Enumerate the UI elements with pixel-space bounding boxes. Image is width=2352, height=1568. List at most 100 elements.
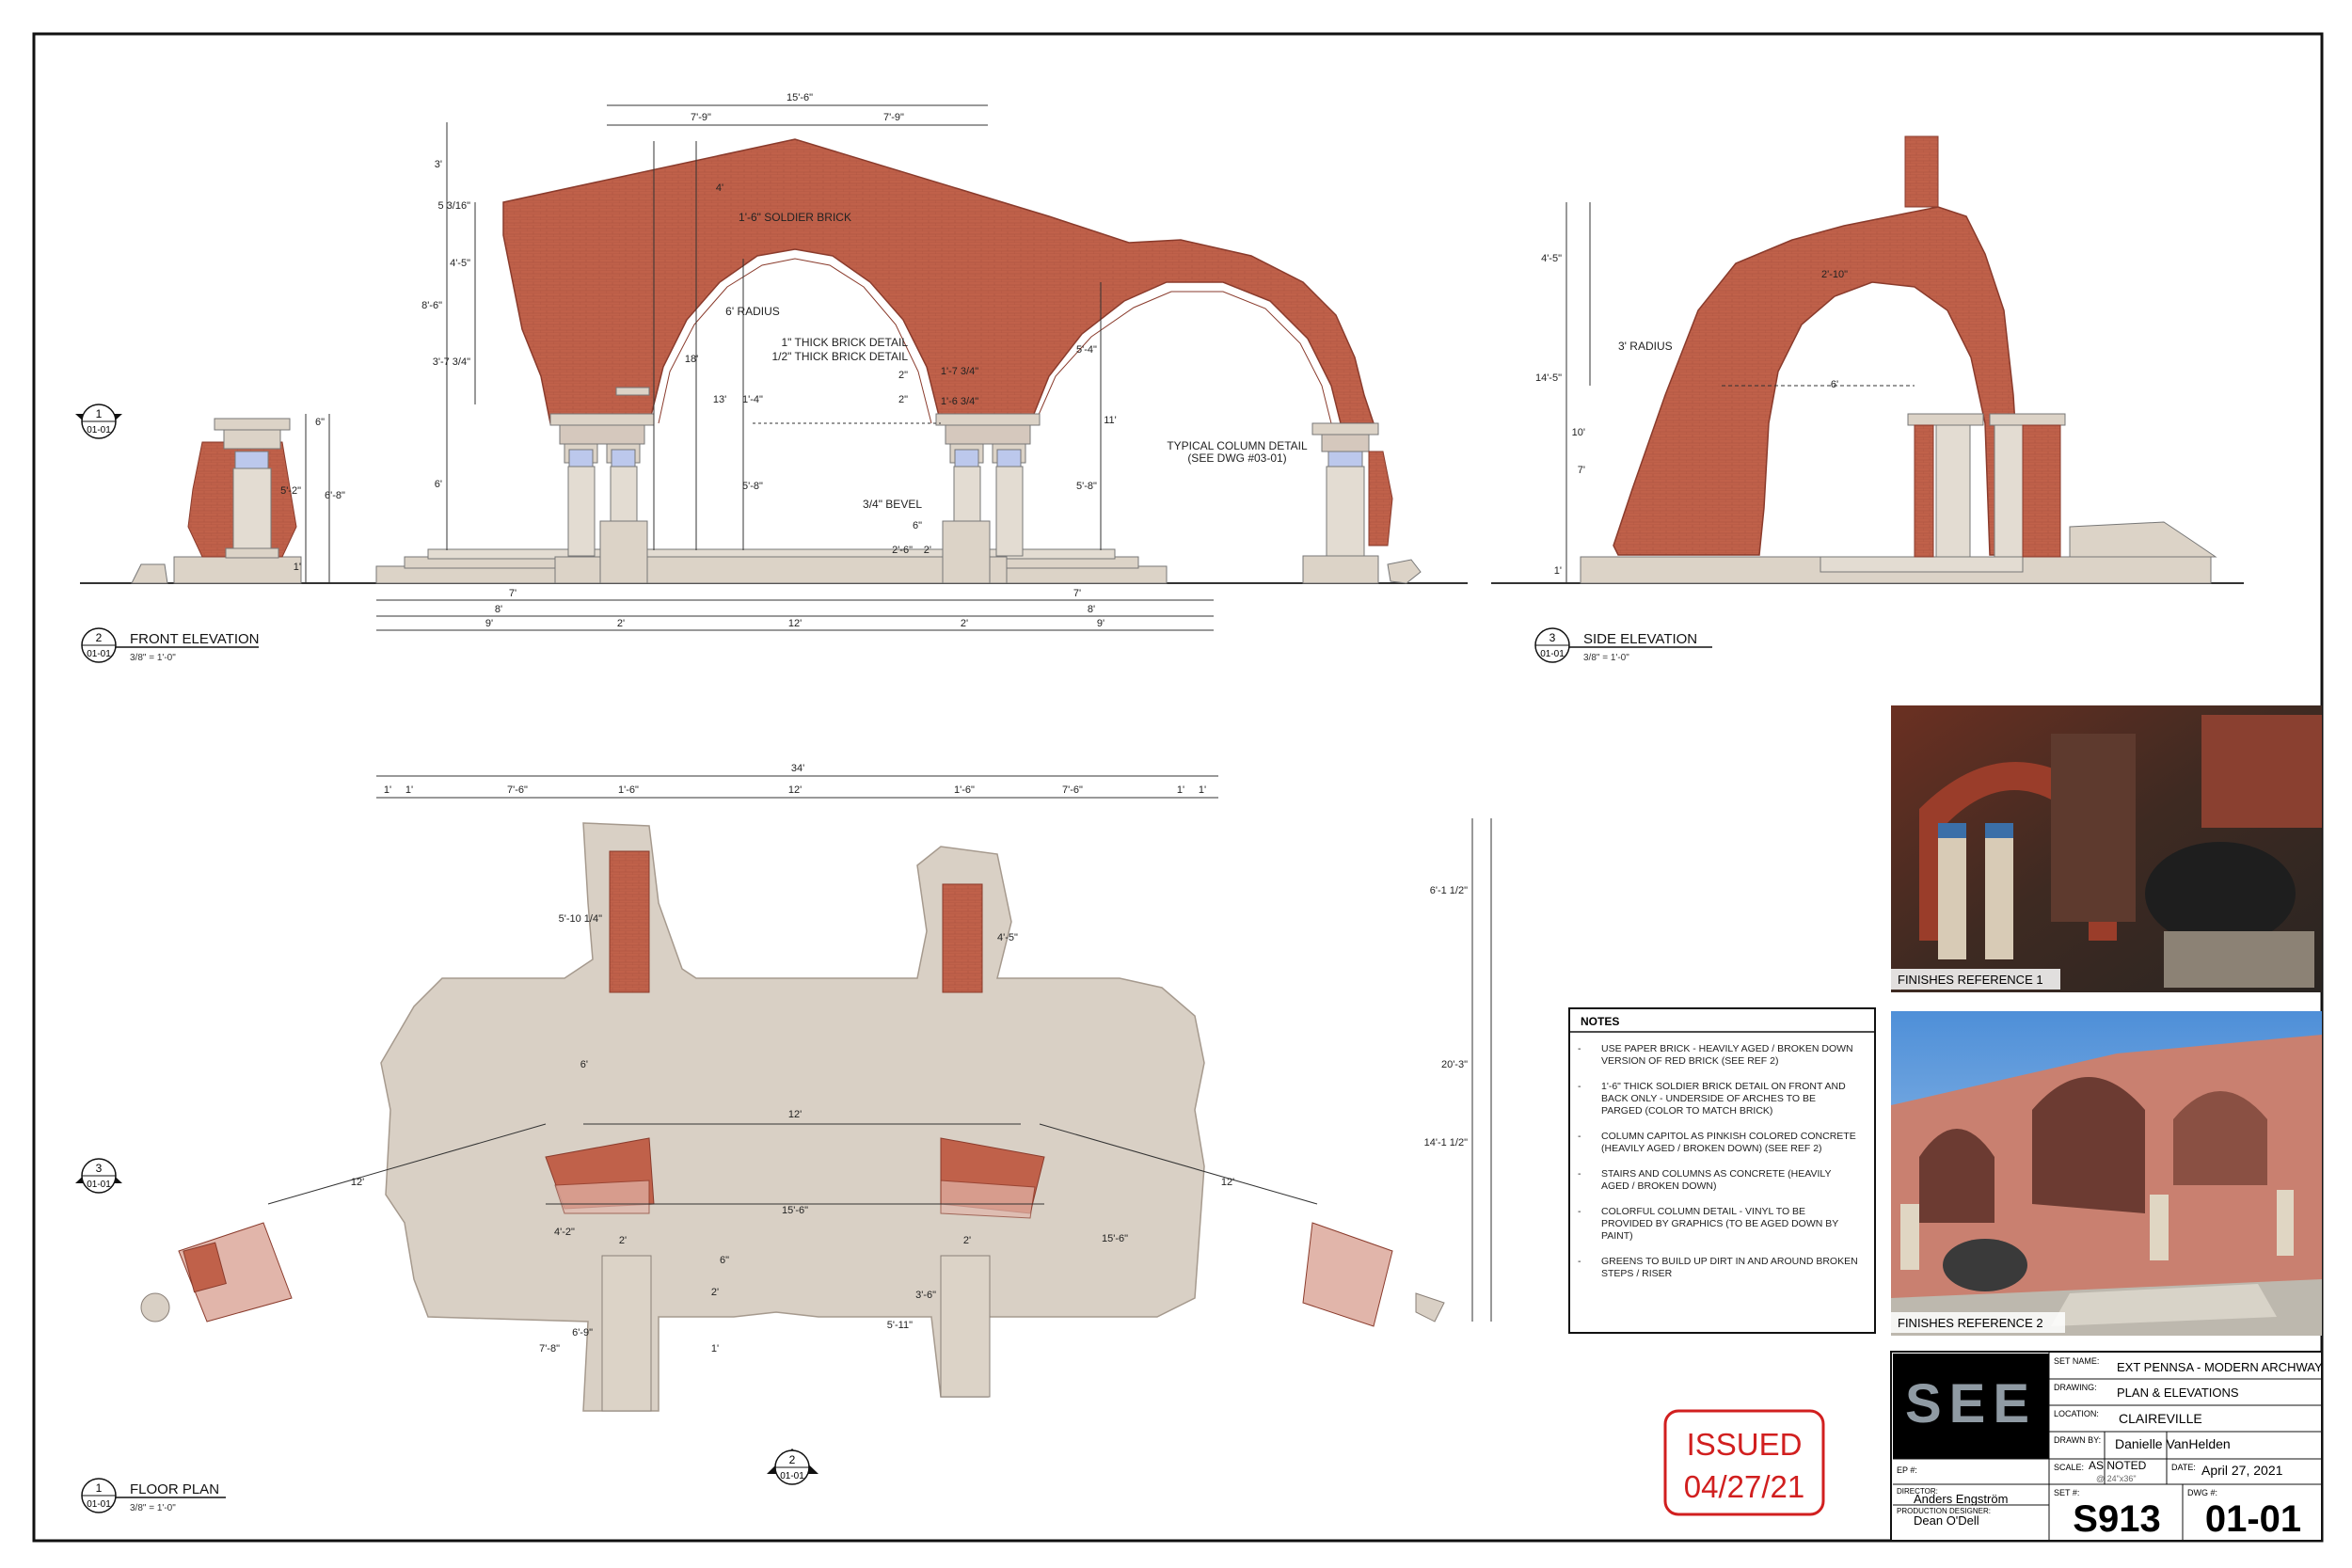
dim-front-1-6: 1'-6 3/4" — [941, 396, 978, 407]
note-bullet: - — [1578, 1043, 1581, 1054]
label-1in-brick: 1" THICK BRICK DETAIL — [781, 336, 908, 349]
svg-text:3: 3 — [1549, 631, 1556, 644]
set-name-value: EXT PENNSA - MODERN ARCHWAY — [2117, 1360, 2323, 1374]
svg-text:04/27/21: 04/27/21 — [1684, 1469, 1804, 1504]
floor-plan-title: FLOOR PLAN — [130, 1481, 219, 1497]
dim-plan-20-3: 20'-3" — [1441, 1059, 1468, 1070]
issued-stamp: ISSUED 04/27/21 — [1663, 1409, 1825, 1516]
dim-front-5-8b: 5'-8" — [1076, 481, 1097, 492]
dim-plan-2b: 2' — [963, 1235, 971, 1246]
svg-text:DATE:: DATE: — [2171, 1463, 2196, 1472]
svg-text:DRAWN BY:: DRAWN BY: — [2054, 1435, 2101, 1445]
section-marker-front-left: 1 01-01 — [75, 404, 122, 439]
dim-front-half-right: 7'-9" — [883, 112, 904, 123]
svg-text:2: 2 — [789, 1453, 796, 1466]
side-elevation: 4'-5" 2'-10" 3' RADIUS 14'-5" 6' 10' 7' … — [1535, 135, 2217, 584]
dim-plan-6in: 6" — [720, 1255, 729, 1266]
svg-text:EP #:: EP #: — [1897, 1465, 1917, 1475]
label-6-radius: 6' RADIUS — [725, 305, 780, 318]
label-typical-column: TYPICAL COLUMN DETAIL — [1167, 439, 1308, 452]
dim-front-top: 3' — [435, 159, 442, 170]
title-block: SEE SET NAME: EXT PENNSA - MODERN ARCHWA… — [1890, 1351, 2323, 1542]
dim-front-1-4: 1'-4" — [742, 394, 763, 405]
dim-front-2-6: 2'-6" — [892, 545, 913, 556]
dim-front-18: 18' — [685, 354, 698, 365]
dim-plan-15-6r: 15'-6" — [1102, 1233, 1128, 1244]
svg-text:01-01: 01-01 — [1540, 649, 1565, 659]
label-soldier-brick: 1'-6" SOLDIER BRICK — [739, 211, 851, 224]
svg-text:01-01: 01-01 — [87, 649, 111, 659]
note-item-line: 1'-6" THICK SOLDIER BRICK DETAIL ON FRON… — [1601, 1081, 1846, 1092]
svg-text:1': 1' — [1177, 784, 1184, 796]
dim-plan-6-1: 6'-1 1/2" — [1430, 885, 1468, 896]
dim-front-3-7: 3'-7 3/4" — [433, 356, 470, 368]
reference-photo-2: FINISHES REFERENCE 2 — [1891, 1011, 2322, 1336]
dim-plan-4-2: 4'-2" — [554, 1227, 575, 1238]
svg-text:1': 1' — [1199, 784, 1206, 796]
dim-side-14-5: 14'-5" — [1535, 372, 1562, 384]
label-bevel: 3/4" BEVEL — [863, 498, 922, 511]
production-designer-value: Dean O'Dell — [1914, 1513, 1979, 1528]
dim-plan-12-right: 12' — [1221, 1177, 1234, 1188]
side-elevation-title: SIDE ELEVATION — [1583, 631, 1697, 647]
note-bullet: - — [1578, 1206, 1581, 1217]
dim-b-12: 12' — [788, 618, 802, 629]
dim-plan-12-left: 12' — [351, 1177, 364, 1188]
dim-b-2l: 2' — [617, 618, 625, 629]
dim-plan-5-10: 5'-10 1/4" — [559, 913, 602, 925]
notes-heading: NOTES — [1581, 1015, 1619, 1028]
svg-text:7'-6": 7'-6" — [507, 784, 528, 796]
reference-1-label: FINISHES REFERENCE 1 — [1898, 973, 2043, 987]
set-number-value: S913 — [2073, 1498, 2160, 1540]
dim-plan-12-top: 12' — [788, 1109, 802, 1120]
dim-front-half-left: 7'-9" — [691, 112, 711, 123]
dim-plan-5-11: 5'-11" — [887, 1320, 913, 1331]
dim-side-4-5: 4'-5" — [1541, 253, 1562, 264]
view-title-front: 2 01-01 FRONT ELEVATION 3/8" = 1'-0" — [81, 627, 260, 663]
dim-front-13: 13' — [713, 394, 726, 405]
dim-post-6: 6" — [315, 417, 325, 428]
note-item-line: PARGED (COLOR TO MATCH BRICK) — [1601, 1105, 1772, 1117]
dim-b-8r: 8' — [1088, 604, 1095, 615]
dim-plan-7-8: 7'-8" — [539, 1343, 560, 1354]
note-bullet: - — [1578, 1081, 1581, 1092]
drawing-sheet: 15'-6" 7'-9" 7'-9" 3' 5 3/16" 4'-5" 8'-6… — [32, 32, 2324, 1543]
note-bullet: - — [1578, 1256, 1581, 1267]
dim-side-1: 1' — [1554, 565, 1562, 577]
front-elevation-scale: 3/8" = 1'-0" — [130, 653, 176, 663]
svg-text:1'-6": 1'-6" — [954, 784, 975, 796]
dim-front-5-4: 5'-4" — [1076, 344, 1097, 356]
drawing-number-value: 01-01 — [2205, 1498, 2301, 1540]
dim-front-5-8a: 5'-8" — [742, 481, 763, 492]
svg-text:7'-6": 7'-6" — [1062, 784, 1083, 796]
dim-plan-15-6: 15'-6" — [782, 1205, 808, 1216]
label-side-radius: 3' RADIUS — [1618, 340, 1673, 353]
floor-plan-scale: 3/8" = 1'-0" — [130, 1503, 176, 1513]
dim-post-5-2: 5'-2" — [280, 485, 301, 497]
svg-text:SET #:: SET #: — [2054, 1488, 2079, 1497]
dim-b-9r: 9' — [1097, 618, 1104, 629]
see-logo: SEE — [1905, 1373, 2037, 1434]
dim-front-6in: 6" — [913, 520, 922, 531]
svg-text:DRAWING:: DRAWING: — [2054, 1383, 2097, 1392]
note-item-line: COLORFUL COLUMN DETAIL - VINYL TO BE — [1601, 1206, 1805, 1217]
location-value: CLAIREVILLE — [2119, 1411, 2202, 1426]
drawn-by-value: Danielle VanHelden — [2115, 1436, 2231, 1451]
director-value: Anders Engström — [1914, 1492, 2008, 1506]
drawing-value: PLAN & ELEVATIONS — [2117, 1386, 2239, 1400]
dim-b-7r: 7' — [1073, 588, 1081, 599]
dim-side-2-10: 2'-10" — [1821, 269, 1848, 280]
svg-text:1': 1' — [405, 784, 413, 796]
dim-b-7l: 7' — [509, 588, 516, 599]
note-item-line: PAINT) — [1601, 1230, 1633, 1242]
plan-top-dims: 1' 1' 7'-6" 1'-6" 12' 1'-6" 7'-6" 1' 1' — [384, 784, 1206, 796]
dim-plan-6-9: 6'-9" — [572, 1327, 593, 1338]
svg-text:3: 3 — [96, 1162, 103, 1175]
dim-front-4-5: 4'-5" — [450, 258, 470, 269]
floor-plan: 34' 1' 1' 7'-6" 1'-6" 12' 1'-6" 7'-6" 1'… — [140, 763, 1492, 1412]
view-title-plan: 1 01-01 FLOOR PLAN 3/8" = 1'-0" — [81, 1478, 226, 1513]
note-item-line: STEPS / RISER — [1601, 1268, 1673, 1279]
dim-front-2in: 2' — [924, 545, 931, 556]
dim-plan-34: 34' — [791, 763, 804, 774]
dim-front-2b: 2" — [898, 394, 908, 405]
